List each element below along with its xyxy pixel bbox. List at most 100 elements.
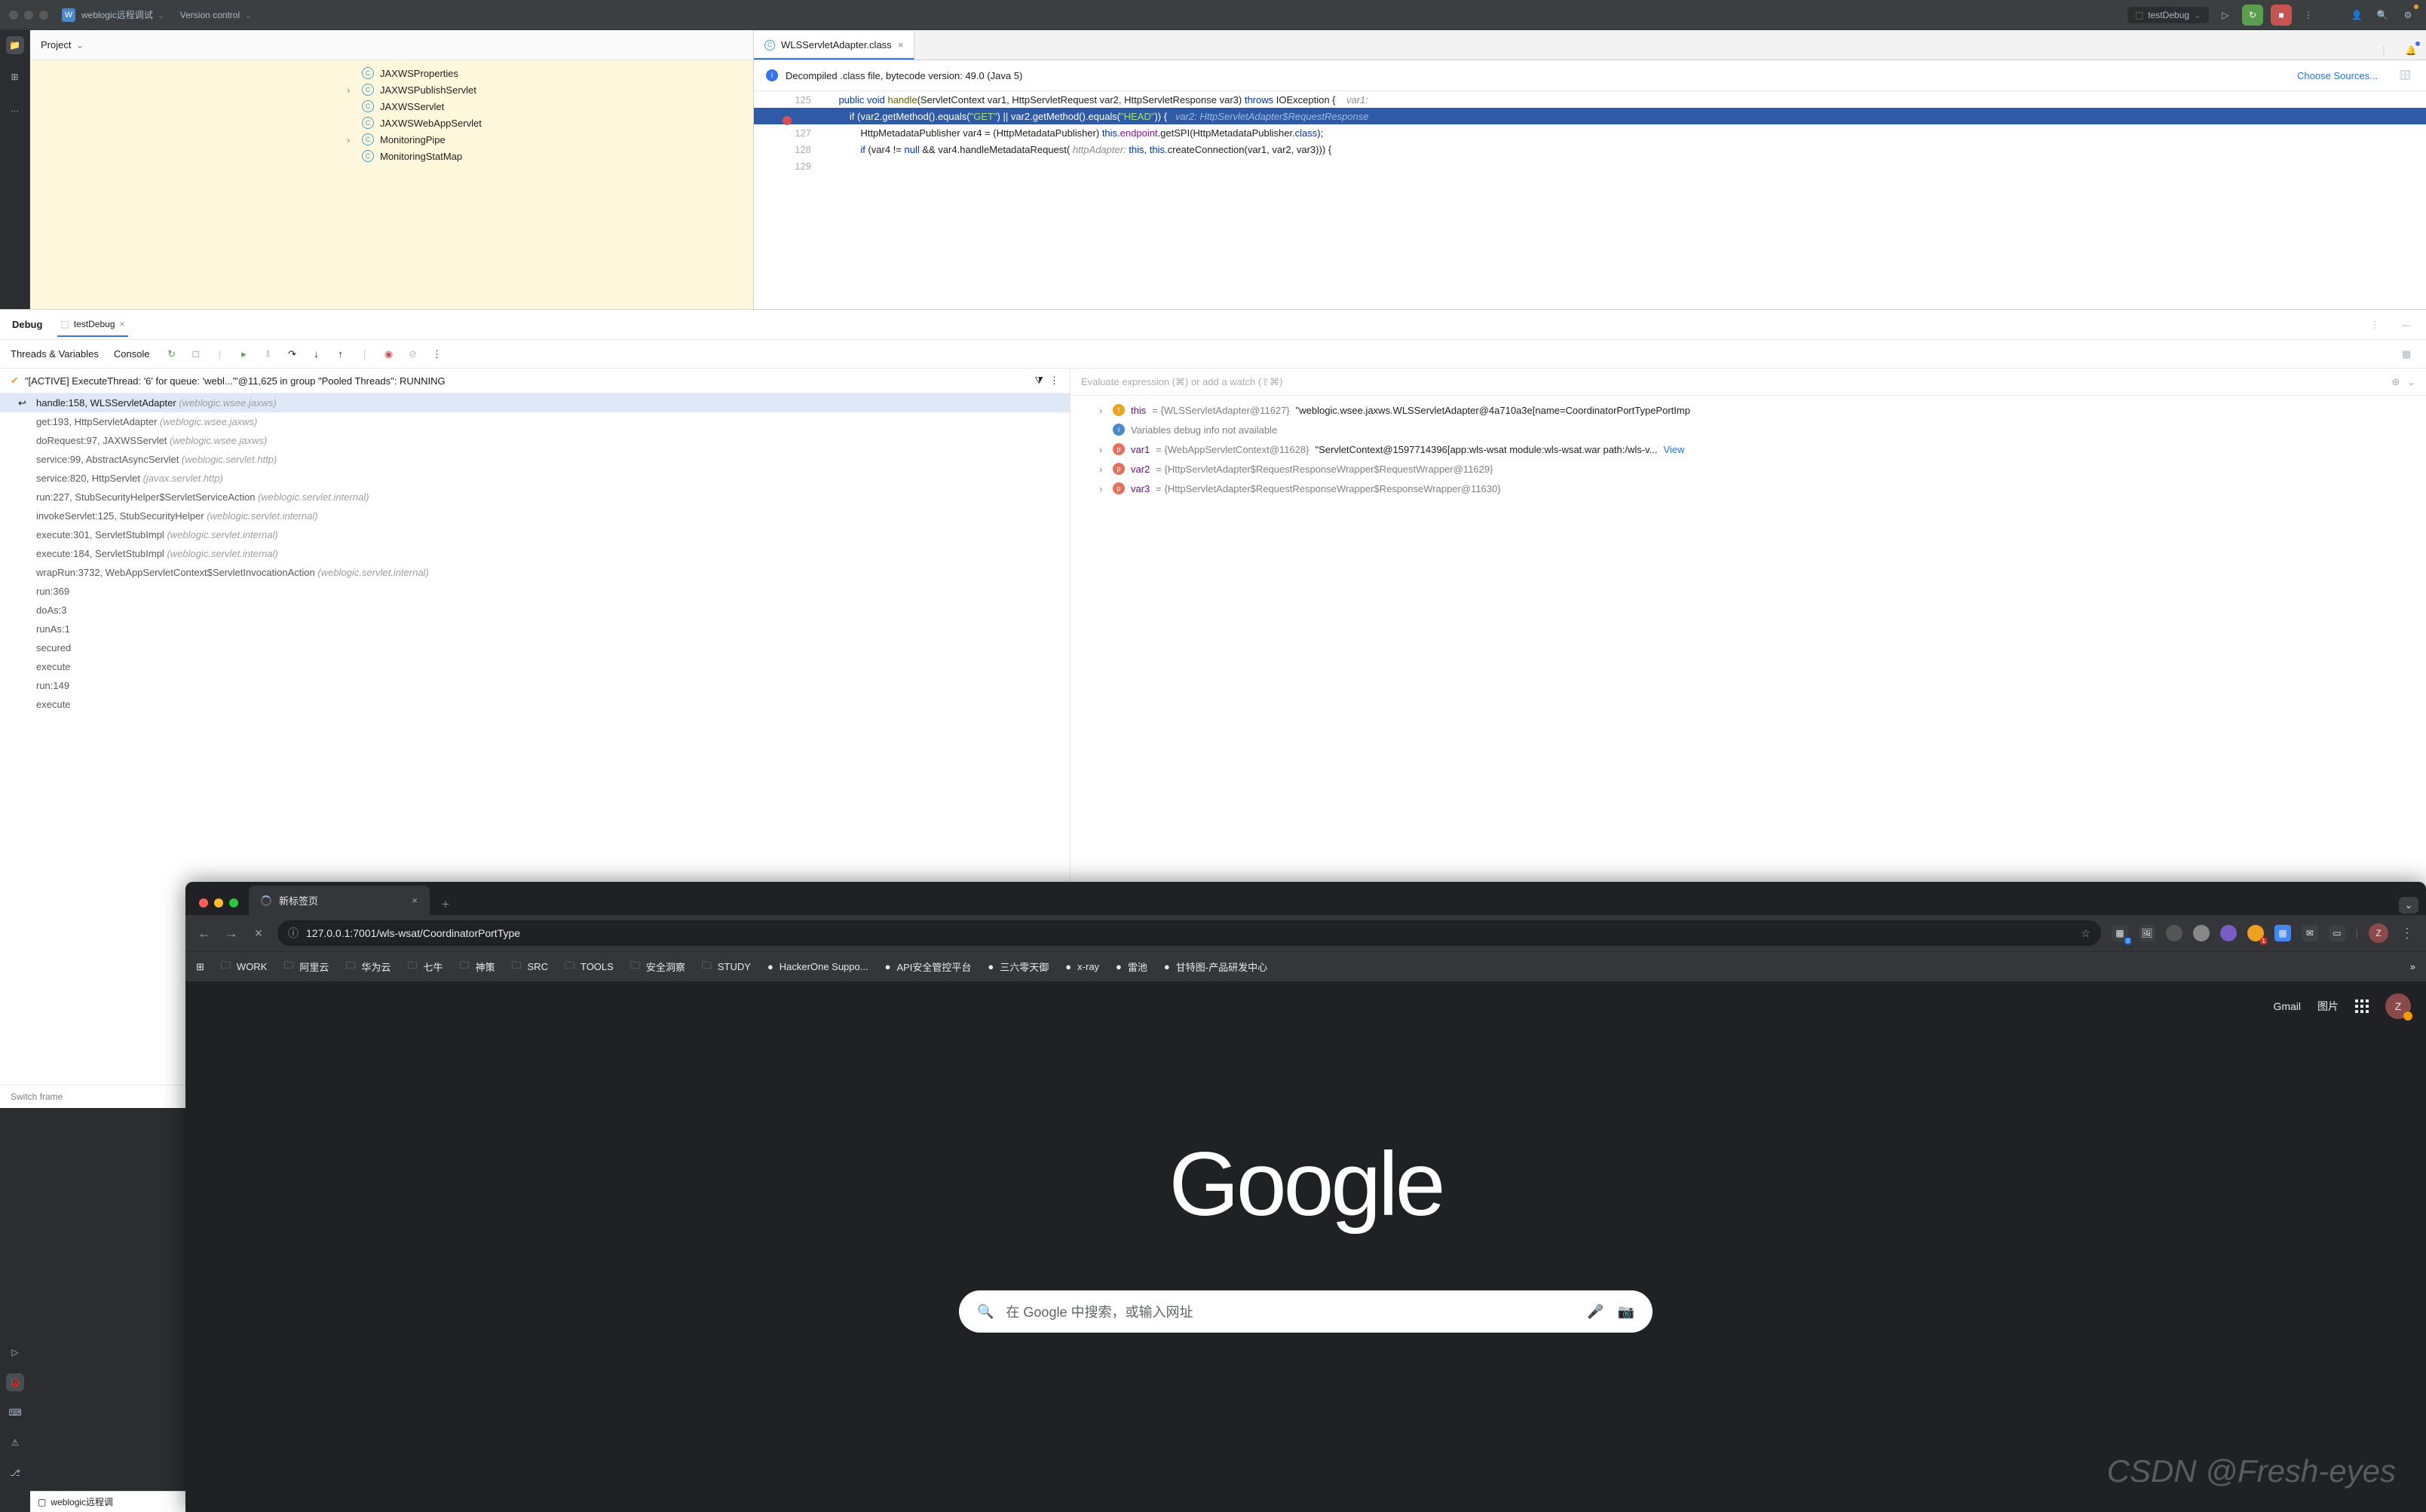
tree-item[interactable]: CJAXWSServlet: [30, 98, 753, 115]
debug-more-icon[interactable]: ⋮: [2366, 316, 2384, 334]
thread-row[interactable]: ✔ "[ACTIVE] ExecuteThread: '6' for queue…: [0, 369, 1070, 393]
bookmark-item[interactable]: 🗀WORK: [221, 959, 267, 975]
bookmark-item[interactable]: ●三六零天御: [988, 960, 1049, 974]
bookmark-star-icon[interactable]: ☆: [2081, 927, 2091, 940]
browser-tab[interactable]: 新标签页 ×: [249, 886, 430, 915]
problems-tool-icon[interactable]: ⚠: [6, 1434, 24, 1452]
voice-search-icon[interactable]: 🎤: [1587, 1304, 1604, 1320]
settings-icon[interactable]: ⚙: [2399, 6, 2417, 24]
more-icon[interactable]: ⋮: [430, 347, 444, 361]
stack-frame[interactable]: run:369: [0, 582, 1070, 601]
view-breakpoints-icon[interactable]: ◉: [382, 347, 396, 361]
stack-frame[interactable]: execute: [0, 657, 1070, 676]
code-editor[interactable]: 125 public void handle(ServletContext va…: [754, 91, 2426, 174]
ext-icon[interactable]: [2166, 925, 2182, 941]
variable-row[interactable]: ›pvar1 = {WebAppServletContext@11628} "S…: [1071, 439, 2426, 459]
bookmark-item[interactable]: 🗀阿里云: [283, 959, 329, 975]
ext-icon[interactable]: [2193, 925, 2210, 941]
more-tools-icon[interactable]: …: [6, 99, 24, 118]
bookmark-item[interactable]: 🗀STUDY: [702, 959, 751, 975]
run-tool-icon[interactable]: ▷: [6, 1343, 24, 1361]
code-line[interactable]: if (var2.getMethod().equals("GET") || va…: [754, 108, 2426, 124]
stack-frame[interactable]: service:820, HttpServlet (javax.servlet.…: [0, 469, 1070, 488]
stack-frame[interactable]: doAs:3: [0, 601, 1070, 620]
images-link[interactable]: 图片: [2317, 999, 2339, 1014]
rerun-icon[interactable]: ↻: [165, 347, 179, 361]
stack-frame[interactable]: get:193, HttpServletAdapter (weblogic.ws…: [0, 412, 1070, 431]
variable-row[interactable]: iVariables debug info not available: [1071, 420, 2426, 439]
bookmark-item[interactable]: 🗀SRC: [512, 959, 548, 975]
statusbar-project[interactable]: ▢ weblogic远程调: [38, 1495, 113, 1508]
lens-icon[interactable]: 📷: [1618, 1304, 1634, 1320]
pause-icon[interactable]: ‖: [262, 347, 275, 361]
variable-row[interactable]: ›pvar2 = {HttpServletAdapter$RequestResp…: [1071, 459, 2426, 479]
close-icon[interactable]: ×: [120, 319, 125, 329]
ext-icon[interactable]: ✉: [2302, 925, 2318, 941]
ext-icon[interactable]: ▭: [2329, 925, 2345, 941]
ext-icon[interactable]: 🖼: [2139, 925, 2155, 941]
mute-breakpoints-icon[interactable]: ⊘: [406, 347, 420, 361]
choose-sources-link[interactable]: Choose Sources...: [2297, 70, 2378, 81]
stack-frame[interactable]: run:149: [0, 676, 1070, 695]
layout-icon[interactable]: ▦: [2397, 345, 2415, 363]
ext-icon[interactable]: ▦0: [2112, 925, 2128, 941]
project-tool-icon[interactable]: 📁: [6, 36, 24, 54]
resume-icon[interactable]: ▸: [237, 347, 251, 361]
threads-tab[interactable]: Threads & Variables: [11, 348, 99, 360]
stack-frame[interactable]: runAs:1: [0, 620, 1070, 638]
search-icon[interactable]: 🔍: [2373, 6, 2391, 24]
version-control[interactable]: Version control: [180, 10, 240, 20]
bookmark-overflow-icon[interactable]: »: [2410, 961, 2415, 972]
bookmark-item[interactable]: 🗀安全洞察: [630, 959, 685, 975]
project-panel-header[interactable]: Project ⌄: [30, 30, 753, 60]
apps-icon[interactable]: ⊞: [196, 961, 204, 973]
stack-frame[interactable]: run:227, StubSecurityHelper$ServletServi…: [0, 488, 1070, 507]
google-avatar[interactable]: Z: [2385, 993, 2411, 1019]
google-search-box[interactable]: 🔍 在 Google 中搜索，或输入网址 🎤 📷: [959, 1290, 1653, 1333]
back-button[interactable]: ←: [196, 926, 213, 941]
ext-icon[interactable]: [2220, 925, 2237, 941]
terminal-tool-icon[interactable]: ⌨: [6, 1403, 24, 1422]
bookmark-item[interactable]: 🗀七牛: [407, 959, 443, 975]
project-tree[interactable]: CJAXWSProperties›CJAXWSPublishServletCJA…: [30, 60, 753, 309]
ext-icon[interactable]: 1: [2247, 925, 2264, 941]
cancel-button[interactable]: ×: [250, 926, 267, 941]
step-over-icon[interactable]: ↷: [286, 347, 299, 361]
add-watch-icon[interactable]: ⊕: [2391, 376, 2400, 388]
variable-row[interactable]: ›fthis = {WLSServletAdapter@11627} "webl…: [1071, 400, 2426, 420]
more-icon[interactable]: ⋮: [2299, 6, 2317, 24]
stop-icon[interactable]: □: [189, 347, 203, 361]
stack-frame[interactable]: execute: [0, 695, 1070, 714]
variable-row[interactable]: ›pvar3 = {HttpServletAdapter$RequestResp…: [1071, 479, 2426, 498]
window-controls[interactable]: [9, 11, 48, 20]
editor-tab[interactable]: C WLSServletAdapter.class ×: [754, 32, 914, 60]
stop-button[interactable]: ■: [2271, 5, 2292, 26]
step-out-icon[interactable]: ↑: [334, 347, 348, 361]
bookmark-item[interactable]: ●API安全管控平台: [885, 960, 972, 974]
profile-avatar[interactable]: Z: [2369, 923, 2388, 943]
bookmark-item[interactable]: ●HackerOne Suppo...: [767, 961, 868, 972]
apps-grid-icon[interactable]: [2355, 999, 2369, 1013]
browser-window-controls[interactable]: [193, 898, 249, 915]
stack-frame[interactable]: secured: [0, 638, 1070, 657]
filter-icon[interactable]: ⧩: [1034, 375, 1043, 387]
code-line[interactable]: 128 if (var4 != null && var4.handleMetad…: [754, 141, 2426, 158]
code-line[interactable]: 127 HttpMetadataPublisher var4 = (HttpMe…: [754, 124, 2426, 141]
minimize-icon[interactable]: —: [2397, 316, 2415, 334]
stack-frame[interactable]: execute:184, ServletStubImpl (weblogic.s…: [0, 544, 1070, 563]
new-tab-button[interactable]: ＋: [434, 892, 457, 915]
address-bar[interactable]: ⓘ 127.0.0.1:7001/wls-wsat/CoordinatorPor…: [277, 920, 2101, 946]
stack-frame[interactable]: doRequest:97, JAXWSServlet (weblogic.wse…: [0, 431, 1070, 450]
structure-tool-icon[interactable]: ⊞: [6, 68, 24, 86]
db-icon[interactable]: 🗄: [2396, 66, 2414, 84]
console-tab[interactable]: Console: [114, 348, 150, 360]
tab-more-icon[interactable]: ⋮: [2375, 41, 2393, 60]
site-info-icon[interactable]: ⓘ: [288, 926, 299, 941]
debug-button[interactable]: ↻: [2242, 5, 2263, 26]
chevron-down-icon[interactable]: ⌄: [2407, 376, 2415, 388]
step-into-icon[interactable]: ↓: [310, 347, 323, 361]
code-line[interactable]: 129: [754, 158, 2426, 174]
ext-icon[interactable]: ▦: [2274, 925, 2291, 941]
bookmark-item[interactable]: ●x-ray: [1065, 961, 1099, 972]
tree-item[interactable]: ›CJAXWSPublishServlet: [30, 81, 753, 98]
